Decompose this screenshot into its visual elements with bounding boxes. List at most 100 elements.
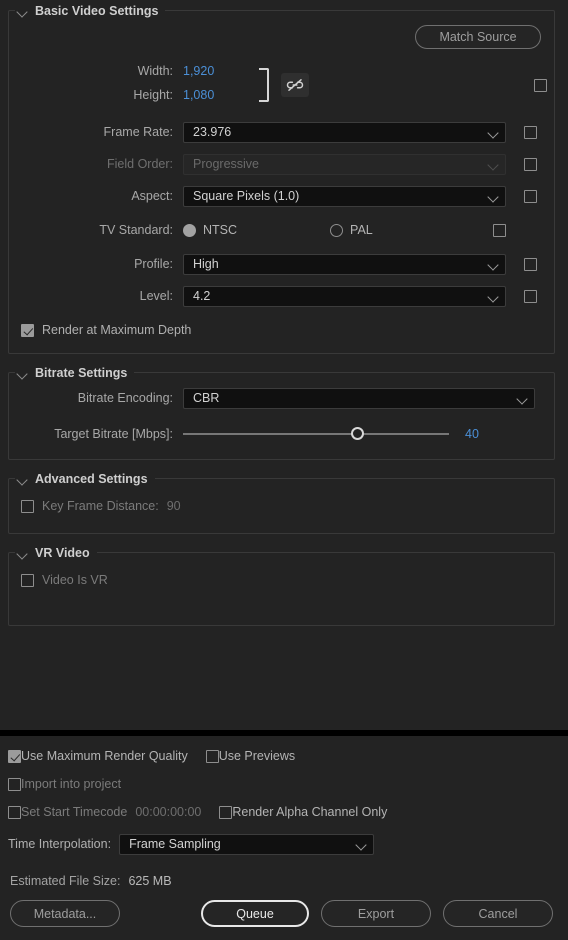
aspect-match-source-checkbox[interactable]: [524, 189, 537, 203]
chevron-down-icon: [517, 393, 528, 404]
height-value[interactable]: 1,080: [183, 88, 214, 103]
aspect-row: Aspect: Square Pixels (1.0): [9, 185, 554, 207]
import-into-project-checkbox[interactable]: [8, 777, 21, 791]
tv-standard-row: TV Standard: NTSC PAL: [9, 219, 554, 241]
width-height-match-source-checkbox[interactable]: [534, 79, 547, 92]
width-value[interactable]: 1,920: [183, 64, 214, 79]
tv-standard-pal-radio[interactable]: [330, 223, 344, 237]
dimension-bracket: [259, 68, 269, 102]
vr-video-panel: VR Video Video Is VR: [8, 546, 555, 626]
video-is-vr-label[interactable]: Video Is VR: [42, 573, 108, 587]
frame-rate-row: Frame Rate: 23.976: [9, 121, 554, 143]
use-previews-label[interactable]: Use Previews: [219, 749, 295, 763]
match-source-button[interactable]: Match Source: [415, 25, 541, 49]
export-footer: Use Maximum Render Quality Use Previews …: [0, 736, 568, 940]
time-interpolation-label: Time Interpolation:: [8, 837, 112, 851]
export-settings-scroll-area[interactable]: Basic Video Settings Match Source Width:…: [0, 0, 568, 730]
bitrate-encoding-row: Bitrate Encoding: CBR: [9, 387, 554, 409]
render-alpha-channel-only-label[interactable]: Render Alpha Channel Only: [232, 805, 387, 819]
level-dropdown[interactable]: 4.2: [183, 285, 506, 307]
bitrate-settings-panel: Bitrate Settings Bitrate Encoding: CBR T…: [8, 366, 555, 460]
match-source-row: Match Source: [9, 25, 554, 49]
field-order-value: Progressive: [193, 157, 259, 171]
set-start-timecode-label[interactable]: Set Start Timecode: [21, 805, 127, 819]
tv-standard-match-source-checkbox[interactable]: [492, 223, 506, 237]
set-start-timecode-checkbox[interactable]: [8, 805, 21, 819]
bitrate-encoding-dropdown[interactable]: CBR: [183, 387, 535, 409]
chevron-down-icon: [356, 839, 367, 850]
estimated-file-size-row: Estimated File Size: 625 MB: [8, 868, 558, 894]
use-maximum-render-quality-label[interactable]: Use Maximum Render Quality: [21, 749, 188, 763]
bitrate-settings-title: Bitrate Settings: [29, 366, 135, 380]
width-height-group: Width: 1,920 Height: 1,080: [9, 59, 554, 111]
estimated-file-size-label: Estimated File Size:: [10, 874, 121, 888]
bitrate-encoding-value: CBR: [193, 391, 220, 405]
frame-rate-value: 23.976: [193, 125, 232, 139]
start-timecode-value[interactable]: 00:00:00:00: [135, 805, 201, 819]
advanced-settings-title: Advanced Settings: [29, 472, 155, 486]
profile-dropdown[interactable]: High: [183, 253, 506, 275]
dialog-button-row: Metadata... Queue Export Cancel: [8, 900, 558, 927]
level-label: Level:: [139, 289, 173, 303]
chevron-down-icon: [488, 159, 499, 170]
import-into-project-row: Import into project: [8, 770, 558, 798]
time-interpolation-dropdown[interactable]: Frame Sampling: [119, 833, 375, 855]
bitrate-encoding-label: Bitrate Encoding:: [77, 391, 173, 405]
chevron-down-icon: [488, 127, 499, 138]
chevron-down-icon: [488, 191, 499, 202]
level-match-source-checkbox[interactable]: [524, 289, 537, 303]
key-frame-distance-label[interactable]: Key Frame Distance:: [42, 499, 159, 513]
tv-standard-label: TV Standard:: [99, 223, 173, 237]
time-interpolation-value: Frame Sampling: [129, 837, 221, 851]
tv-standard-ntsc-label[interactable]: NTSC: [203, 223, 237, 237]
estimated-file-size-value: 625 MB: [128, 874, 172, 888]
target-bitrate-slider[interactable]: [183, 427, 449, 441]
queue-button[interactable]: Queue: [201, 900, 309, 927]
profile-match-source-checkbox[interactable]: [524, 257, 537, 271]
chevron-down-icon[interactable]: [15, 366, 29, 380]
field-order-dropdown: Progressive: [183, 153, 506, 175]
advanced-settings-panel: Advanced Settings Key Frame Distance: 90: [8, 472, 555, 534]
aspect-dropdown[interactable]: Square Pixels (1.0): [183, 185, 506, 207]
use-maximum-render-quality-checkbox[interactable]: [8, 749, 21, 763]
chevron-down-icon[interactable]: [15, 472, 29, 486]
render-at-maximum-depth-row: Render at Maximum Depth: [9, 319, 554, 341]
import-into-project-label[interactable]: Import into project: [21, 777, 121, 791]
chevron-down-icon[interactable]: [15, 546, 29, 560]
profile-row: Profile: High: [9, 253, 554, 275]
time-interpolation-row: Time Interpolation: Frame Sampling: [8, 830, 558, 858]
cancel-button[interactable]: Cancel: [443, 900, 553, 927]
tv-standard-pal-label[interactable]: PAL: [350, 223, 373, 237]
video-is-vr-checkbox[interactable]: [21, 573, 34, 587]
export-button[interactable]: Export: [321, 900, 431, 927]
target-bitrate-value[interactable]: 40: [465, 427, 479, 441]
render-at-maximum-depth-label[interactable]: Render at Maximum Depth: [42, 323, 191, 337]
render-quality-row: Use Maximum Render Quality Use Previews: [8, 742, 558, 770]
field-order-label: Field Order:: [107, 157, 173, 171]
frame-rate-match-source-checkbox[interactable]: [524, 125, 537, 139]
profile-value: High: [193, 257, 219, 271]
chevron-down-icon: [488, 291, 499, 302]
render-alpha-channel-only-checkbox[interactable]: [219, 805, 233, 819]
tv-standard-ntsc-radio[interactable]: [183, 223, 196, 237]
aspect-label: Aspect:: [131, 189, 173, 203]
target-bitrate-row: Target Bitrate [Mbps]: 40: [9, 423, 554, 445]
basic-video-settings-title: Basic Video Settings: [29, 4, 166, 18]
field-order-row: Field Order: Progressive: [9, 153, 554, 175]
key-frame-distance-checkbox[interactable]: [21, 499, 34, 513]
key-frame-distance-value: 90: [166, 499, 181, 513]
level-row: Level: 4.2: [9, 285, 554, 307]
frame-rate-dropdown[interactable]: 23.976: [183, 121, 506, 143]
vr-video-title: VR Video: [29, 546, 97, 560]
target-bitrate-slider-knob[interactable]: [351, 427, 364, 440]
render-at-maximum-depth-checkbox[interactable]: [21, 323, 34, 337]
use-previews-checkbox[interactable]: [205, 749, 219, 763]
target-bitrate-label: Target Bitrate [Mbps]:: [54, 427, 173, 441]
chevron-down-icon: [488, 259, 499, 270]
metadata-button[interactable]: Metadata...: [10, 900, 120, 927]
chevron-down-icon[interactable]: [15, 4, 29, 18]
field-order-match-source-checkbox[interactable]: [524, 157, 537, 171]
height-label: Height:: [133, 88, 173, 102]
unlinked-chain-icon[interactable]: [281, 73, 309, 97]
video-is-vr-row: Video Is VR: [9, 569, 554, 591]
